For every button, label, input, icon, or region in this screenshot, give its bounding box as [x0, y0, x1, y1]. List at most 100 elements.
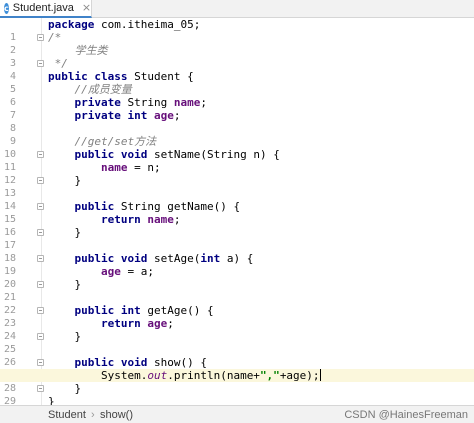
code-line[interactable]: 12 name = n;	[0, 161, 474, 186]
code-text: String getName() {	[114, 200, 241, 213]
keyword: public void	[74, 356, 148, 369]
fold-icon[interactable]	[37, 60, 44, 67]
code-line[interactable]: 16 return name;	[0, 213, 474, 238]
string-literal: ","	[259, 369, 280, 382]
code-line[interactable]: 4 */	[0, 57, 474, 82]
fold-icon[interactable]	[37, 281, 44, 288]
code-text: setAge(	[147, 252, 201, 265]
tab-student-java[interactable]: c Student.java ×	[0, 0, 92, 18]
line-text: public void setName(String n) {	[48, 148, 280, 161]
code-editor[interactable]: 1 package com.itheima_05; 2 /* 3 学生类 4 *…	[0, 18, 474, 420]
close-icon[interactable]: ×	[82, 0, 91, 17]
comment: //成员变量	[48, 83, 132, 96]
code-line[interactable]: 29 }	[0, 382, 474, 407]
code-line[interactable]: 18	[0, 239, 474, 264]
code-line[interactable]: 17 }	[0, 226, 474, 251]
fold-icon[interactable]	[37, 307, 44, 314]
breadcrumb-method[interactable]: show()	[100, 406, 133, 423]
code-line[interactable]: 14	[0, 187, 474, 212]
fold-icon[interactable]	[37, 359, 44, 366]
static-field: out	[147, 369, 168, 382]
text-caret	[319, 369, 321, 381]
keyword: private int	[74, 109, 148, 122]
line-text: }	[48, 382, 82, 395]
code-text: ;	[200, 96, 207, 109]
line-text: System.out.println(name+","+age);	[48, 369, 321, 382]
code-line[interactable]: 5 public class Student {	[0, 70, 474, 95]
code-line[interactable]: 27 public void show() {	[0, 356, 474, 381]
field-name: age	[100, 265, 121, 278]
keyword: public int	[74, 304, 141, 317]
code-line[interactable]: 3 学生类	[0, 44, 474, 69]
code-line-current[interactable]: 28 System.out.println(name+","+age);	[0, 369, 474, 394]
code-line[interactable]: 22	[0, 291, 474, 316]
tab-label: Student.java	[12, 2, 74, 14]
fold-icon[interactable]	[37, 203, 44, 210]
code-line[interactable]: 9	[0, 122, 474, 147]
code-line[interactable]: 21 }	[0, 278, 474, 303]
fold-icon[interactable]	[37, 255, 44, 262]
line-text: 学生类	[48, 44, 108, 57]
field-name: name	[147, 213, 174, 226]
line-text: }	[48, 330, 82, 343]
code-text: Student {	[127, 70, 194, 83]
code-line[interactable]: 24 return age;	[0, 317, 474, 342]
java-class-icon: c	[4, 2, 9, 14]
keyword: package	[48, 18, 95, 31]
code-text: System.	[48, 369, 148, 382]
breadcrumb-class[interactable]: Student	[48, 406, 86, 423]
code-text: getAge() {	[140, 304, 214, 317]
fold-icon[interactable]	[37, 385, 44, 392]
fold-icon[interactable]	[37, 34, 44, 41]
code-line[interactable]: 13 }	[0, 174, 474, 199]
keyword: int	[200, 252, 221, 265]
line-text: private int age;	[48, 109, 181, 122]
watermark: CSDN @HainesFreeman	[344, 409, 468, 421]
fold-icon[interactable]	[37, 177, 44, 184]
code-line[interactable]: 6 //成员变量	[0, 83, 474, 108]
code-text: String	[120, 96, 174, 109]
line-text: //成员变量	[48, 83, 132, 96]
field-name: age	[153, 109, 174, 122]
code-line[interactable]: 7 private String name;	[0, 96, 474, 121]
code-line[interactable]: 15 public String getName() {	[0, 200, 474, 225]
comment: /*	[48, 31, 62, 44]
code-line[interactable]: 8 private int age;	[0, 109, 474, 134]
comment: 学生类	[48, 44, 108, 57]
line-text: */	[48, 57, 68, 70]
keyword: return	[100, 317, 141, 330]
code-line[interactable]: 20 age = a;	[0, 265, 474, 290]
code-line[interactable]: 25 }	[0, 330, 474, 355]
keyword: public class	[48, 70, 128, 83]
code-text: ;	[173, 213, 181, 226]
fold-icon[interactable]	[37, 229, 44, 236]
code-line[interactable]: 23 public int getAge() {	[0, 304, 474, 329]
line-text: package com.itheima_05;	[48, 18, 200, 31]
code-text: +age);	[279, 369, 320, 382]
code-line[interactable]: 19 public void setAge(int a) {	[0, 252, 474, 277]
code-text: ;	[167, 317, 174, 330]
line-text: //get/set方法	[48, 135, 156, 148]
line-text: public int getAge() {	[48, 304, 214, 317]
code-line[interactable]: 10 //get/set方法	[0, 135, 474, 160]
fold-icon[interactable]	[37, 333, 44, 340]
code-line[interactable]: 1 package com.itheima_05;	[0, 18, 474, 43]
line-text: public void setAge(int a) {	[48, 252, 254, 265]
code-line[interactable]: 11 public void setName(String n) {	[0, 148, 474, 173]
code-line[interactable]: 26	[0, 343, 474, 368]
comment: */	[48, 57, 68, 70]
code-line[interactable]: 2 /*	[0, 31, 474, 56]
line-text: }	[48, 174, 82, 187]
fold-icon[interactable]	[37, 151, 44, 158]
code-text: = n;	[127, 161, 161, 174]
comment: //get/set方法	[48, 135, 157, 148]
